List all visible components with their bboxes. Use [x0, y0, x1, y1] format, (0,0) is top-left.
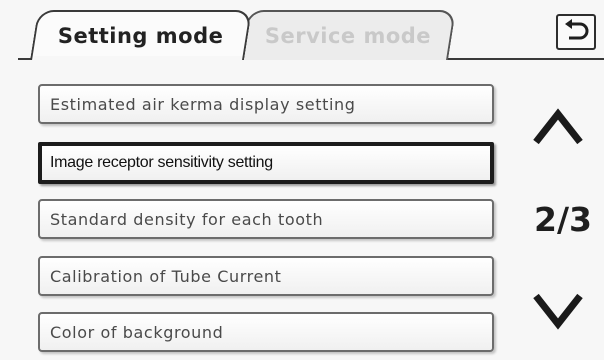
tab-label: Service mode — [264, 24, 431, 48]
tab-label: Setting mode — [58, 24, 224, 48]
menu-item-standard-density[interactable]: Standard density for each tooth — [38, 199, 494, 239]
tab-service-mode[interactable]: Service mode — [240, 10, 456, 60]
chevron-up-icon — [533, 108, 583, 145]
menu-item-estimated-air-kerma[interactable]: Estimated air kerma display setting — [38, 84, 494, 124]
settings-screen: Service mode Setting mode Estimated air … — [0, 0, 604, 360]
return-arrow-icon — [565, 19, 589, 40]
menu-item-label: Calibration of Tube Current — [50, 266, 282, 286]
menu-item-label: Estimated air kerma display setting — [50, 94, 356, 114]
tab-setting-mode[interactable]: Setting mode — [30, 10, 252, 60]
menu-item-label: Image receptor sensitivity setting — [50, 154, 273, 171]
menu-item-label: Standard density for each tooth — [50, 209, 324, 229]
page-up-button[interactable] — [530, 104, 586, 148]
page-down-button[interactable] — [530, 290, 586, 334]
menu-item-color-of-background[interactable]: Color of background — [38, 312, 494, 352]
active-tab-joint — [34, 56, 242, 62]
menu-item-calibration-tube-current[interactable]: Calibration of Tube Current — [38, 256, 494, 296]
menu-item-label: Color of background — [50, 322, 224, 342]
menu-item-image-receptor-sensitivity[interactable]: Image receptor sensitivity setting — [38, 142, 494, 184]
page-indicator: 2/3 — [534, 200, 592, 239]
chevron-down-icon — [533, 293, 583, 330]
back-button[interactable] — [556, 14, 596, 50]
